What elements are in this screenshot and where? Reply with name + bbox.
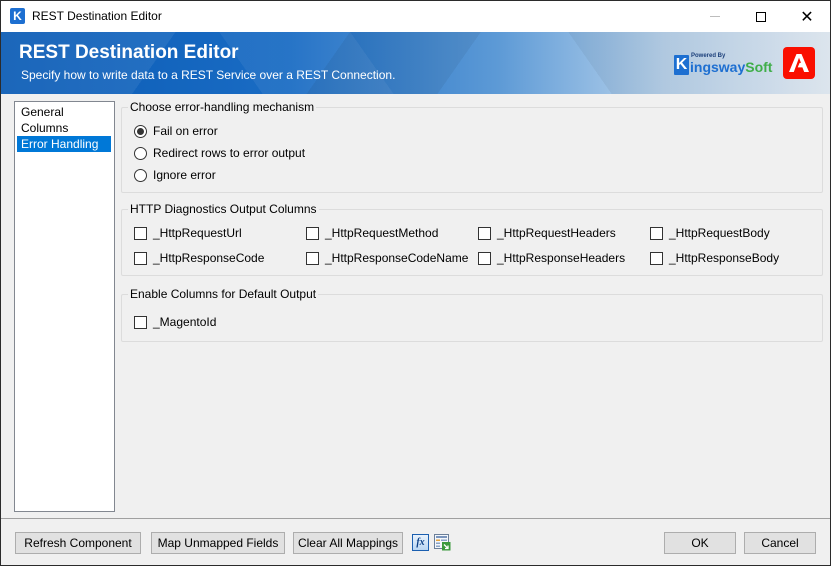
checkbox[interactable]	[650, 251, 663, 265]
checkbox[interactable]	[650, 226, 663, 240]
checkbox-label: _HttpRequestBody	[669, 226, 770, 240]
checkbox-http-response-code[interactable]: _HttpResponseCode	[134, 251, 264, 265]
ok-button[interactable]: OK	[664, 532, 736, 554]
banner-subtitle: Specify how to write data to a REST Serv…	[21, 68, 396, 82]
checkbox-label: _HttpRequestMethod	[325, 226, 439, 240]
radio-button-checked[interactable]	[134, 124, 147, 138]
checkbox-label: _HttpRequestHeaders	[497, 226, 616, 240]
banner-title: REST Destination Editor	[19, 42, 239, 63]
checkbox-magento-id[interactable]: _MagentoId	[134, 315, 216, 329]
checkbox-http-response-headers[interactable]: _HttpResponseHeaders	[478, 251, 625, 265]
error-handling-label: Choose error-handling mechanism	[128, 100, 317, 114]
radio-label: Redirect rows to error output	[153, 146, 306, 160]
map-unmapped-fields-button[interactable]: Map Unmapped Fields	[151, 532, 285, 554]
checkbox-label: _HttpResponseBody	[669, 251, 780, 265]
checkbox[interactable]	[478, 226, 491, 240]
checkbox-http-request-url[interactable]: _HttpRequestUrl	[134, 226, 242, 240]
radio-label: Fail on error	[153, 124, 218, 138]
refresh-component-button[interactable]: Refresh Component	[15, 532, 141, 554]
logo-name-part1: ingsway	[690, 59, 746, 75]
radio-redirect-rows[interactable]: Redirect rows to error output	[134, 146, 305, 160]
checkbox[interactable]	[306, 251, 319, 265]
sidebar-item-error-handling[interactable]: Error Handling	[17, 136, 111, 152]
close-icon: ✕	[800, 8, 814, 26]
kingswaysoft-k-icon: K	[674, 55, 689, 75]
checkbox-label: _MagentoId	[153, 315, 217, 329]
window-title: REST Destination Editor	[32, 9, 162, 23]
http-diagnostics-label: HTTP Diagnostics Output Columns	[128, 202, 319, 216]
default-output-group: Enable Columns for Default Output _Magen…	[121, 287, 823, 342]
radio-button[interactable]	[134, 168, 147, 182]
checkbox-http-response-body[interactable]: _HttpResponseBody	[650, 251, 779, 265]
minimize-button[interactable]	[692, 1, 738, 32]
checkbox[interactable]	[306, 226, 319, 240]
footer-divider	[1, 518, 830, 519]
radio-ignore-error[interactable]: Ignore error	[134, 168, 216, 182]
checkbox-label: _HttpRequestUrl	[153, 226, 242, 240]
radio-button[interactable]	[134, 146, 147, 160]
sidebar-item-columns[interactable]: Columns	[17, 120, 112, 136]
export-mapping-icon[interactable]	[434, 534, 451, 551]
minimize-icon	[710, 16, 720, 17]
sidebar-item-general[interactable]: General	[17, 104, 112, 120]
error-handling-group: Choose error-handling mechanism Fail on …	[121, 100, 823, 193]
checkbox-http-request-method[interactable]: _HttpRequestMethod	[306, 226, 438, 240]
checkbox-label: _HttpResponseCodeName	[325, 251, 469, 265]
checkbox-label: _HttpResponseCode	[153, 251, 265, 265]
checkbox[interactable]	[478, 251, 491, 265]
clear-all-mappings-button[interactable]: Clear All Mappings	[293, 532, 403, 554]
logo-name-part2: Soft	[745, 59, 773, 75]
maximize-button[interactable]	[738, 1, 784, 32]
close-button[interactable]: ✕	[784, 1, 830, 32]
checkbox-http-request-body[interactable]: _HttpRequestBody	[650, 226, 770, 240]
kingswaysoft-app-icon: K	[10, 8, 25, 24]
maximize-icon	[756, 11, 766, 22]
radio-label: Ignore error	[153, 168, 216, 182]
dialog-window: K REST Destination Editor ✕ REST Destina…	[0, 0, 831, 566]
kingswaysoft-logo: K Powered By ingswaySoft	[674, 53, 772, 75]
cancel-button[interactable]: Cancel	[744, 532, 816, 554]
header-banner: REST Destination Editor Specify how to w…	[1, 32, 830, 94]
fx-expression-icon[interactable]: fx	[412, 534, 429, 551]
checkbox[interactable]	[134, 226, 147, 240]
checkbox[interactable]	[134, 315, 147, 329]
sidebar-nav: General Columns Error Handling	[14, 101, 115, 512]
default-output-label: Enable Columns for Default Output	[128, 287, 319, 301]
checkbox-http-response-code-name[interactable]: _HttpResponseCodeName	[306, 251, 468, 265]
checkbox-label: _HttpResponseHeaders	[497, 251, 626, 265]
radio-fail-on-error[interactable]: Fail on error	[134, 124, 218, 138]
adobe-icon	[783, 47, 815, 79]
title-bar: K REST Destination Editor ✕	[1, 1, 830, 32]
http-diagnostics-group: HTTP Diagnostics Output Columns _HttpReq…	[121, 202, 823, 276]
checkbox-http-request-headers[interactable]: _HttpRequestHeaders	[478, 226, 616, 240]
checkbox[interactable]	[134, 251, 147, 265]
